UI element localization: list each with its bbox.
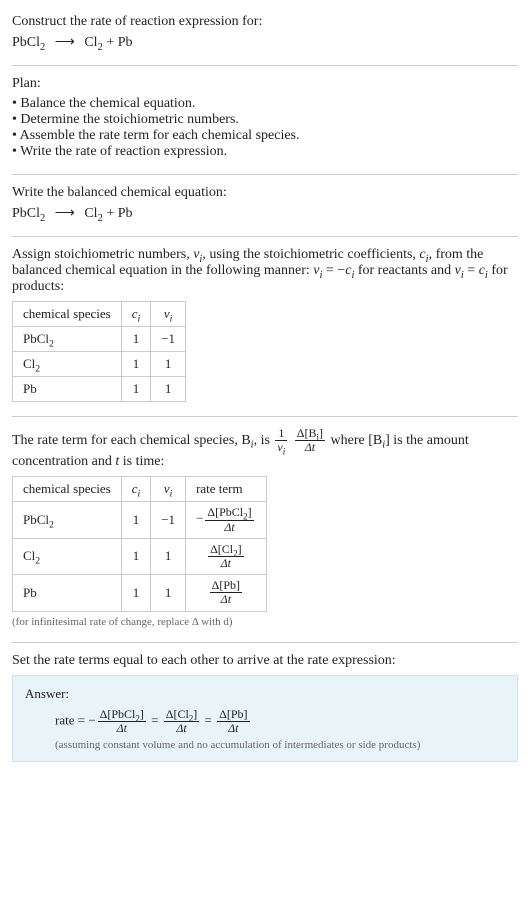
divider — [12, 65, 518, 66]
arrow-icon: ⟶ — [55, 35, 75, 50]
plan-section: Plan: • Balance the chemical equation. •… — [12, 70, 518, 170]
arrow-icon: ⟶ — [55, 206, 75, 221]
table-header-row: chemical species ci νi rate term — [13, 477, 267, 502]
intro-equation: PbCl2 ⟶ Cl2 + Pb — [12, 34, 518, 51]
product1: Cl2 — [84, 35, 102, 50]
answer-label: Answer: — [25, 686, 505, 702]
table-header-row: chemical species ci νi — [13, 302, 186, 327]
cell-c: 1 — [121, 502, 151, 538]
cell-species: Cl2 — [13, 538, 122, 574]
col-nu: νi — [151, 477, 186, 502]
cell-nu: −1 — [151, 327, 186, 352]
balanced-section: Write the balanced chemical equation: Pb… — [12, 179, 518, 232]
cell-nu: 1 — [151, 538, 186, 574]
final-heading: Set the rate terms equal to each other t… — [12, 653, 518, 669]
divider — [12, 174, 518, 175]
rate-expression: rate = − Δ[PbCl2] Δt = Δ[Cl2] Δt = Δ[Pb]… — [55, 708, 505, 735]
product2: Pb — [118, 35, 133, 50]
plan-item: • Write the rate of reaction expression. — [12, 144, 518, 160]
product2: Pb — [118, 206, 133, 221]
cell-nu: 1 — [151, 352, 186, 377]
cell-c: 1 — [121, 575, 151, 611]
intro-section: Construct the rate of reaction expressio… — [12, 8, 518, 61]
stoich-table: chemical species ci νi PbCl2 1 −1 Cl2 1 … — [12, 301, 186, 402]
final-section: Set the rate terms equal to each other t… — [12, 647, 518, 772]
cell-c: 1 — [121, 327, 151, 352]
plan-item: • Balance the chemical equation. — [12, 96, 518, 112]
cell-c: 1 — [121, 377, 151, 402]
cell-species: Cl2 — [13, 352, 122, 377]
cell-species: PbCl2 — [13, 327, 122, 352]
frac-delta-b: Δ[Bi] Δt — [295, 427, 325, 454]
stoich-text: Assign stoichiometric numbers, νi, using… — [12, 247, 518, 295]
product1: Cl2 — [84, 206, 102, 221]
table-row: Cl2 1 1 — [13, 352, 186, 377]
table-row: PbCl2 1 −1 — [13, 327, 186, 352]
plan-item: • Determine the stoichiometric numbers. — [12, 112, 518, 128]
plan-heading: Plan: — [12, 76, 518, 92]
table-row: Pb 1 1 Δ[Pb] Δt — [13, 575, 267, 611]
col-c: ci — [121, 302, 151, 327]
reactant: PbCl2 — [12, 206, 45, 221]
cell-rate: Δ[Cl2] Δt — [186, 538, 267, 574]
cell-c: 1 — [121, 352, 151, 377]
balanced-heading: Write the balanced chemical equation: — [12, 185, 518, 201]
rateterm-section: The rate term for each chemical species,… — [12, 421, 518, 638]
table-row: Cl2 1 1 Δ[Cl2] Δt — [13, 538, 267, 574]
stoich-section: Assign stoichiometric numbers, νi, using… — [12, 241, 518, 412]
cell-species: Pb — [13, 377, 122, 402]
answer-note: (assuming constant volume and no accumul… — [55, 739, 505, 751]
cell-c: 1 — [121, 538, 151, 574]
plan-list: • Balance the chemical equation. • Deter… — [12, 96, 518, 160]
col-c: ci — [121, 477, 151, 502]
table-row: PbCl2 1 −1 − Δ[PbCl2] Δt — [13, 502, 267, 538]
frac-1-over-nu: 1 νi — [275, 427, 287, 454]
divider — [12, 416, 518, 417]
col-nu: νi — [151, 302, 186, 327]
cell-nu: 1 — [151, 377, 186, 402]
answer-box: Answer: rate = − Δ[PbCl2] Δt = Δ[Cl2] Δt… — [12, 675, 518, 762]
plan-item: • Assemble the rate term for each chemic… — [12, 128, 518, 144]
cell-rate: − Δ[PbCl2] Δt — [186, 502, 267, 538]
cell-nu: 1 — [151, 575, 186, 611]
intro-prompt: Construct the rate of reaction expressio… — [12, 14, 518, 30]
divider — [12, 642, 518, 643]
cell-species: PbCl2 — [13, 502, 122, 538]
col-rate: rate term — [186, 477, 267, 502]
cell-rate: Δ[Pb] Δt — [186, 575, 267, 611]
rateterm-text: The rate term for each chemical species,… — [12, 427, 518, 470]
reactant: PbCl2 — [12, 35, 45, 50]
cell-nu: −1 — [151, 502, 186, 538]
divider — [12, 236, 518, 237]
cell-species: Pb — [13, 575, 122, 611]
col-species: chemical species — [13, 302, 122, 327]
balanced-equation: PbCl2 ⟶ Cl2 + Pb — [12, 205, 518, 222]
rateterm-note: (for infinitesimal rate of change, repla… — [12, 616, 518, 628]
rateterm-table: chemical species ci νi rate term PbCl2 1… — [12, 476, 267, 611]
table-row: Pb 1 1 — [13, 377, 186, 402]
col-species: chemical species — [13, 477, 122, 502]
